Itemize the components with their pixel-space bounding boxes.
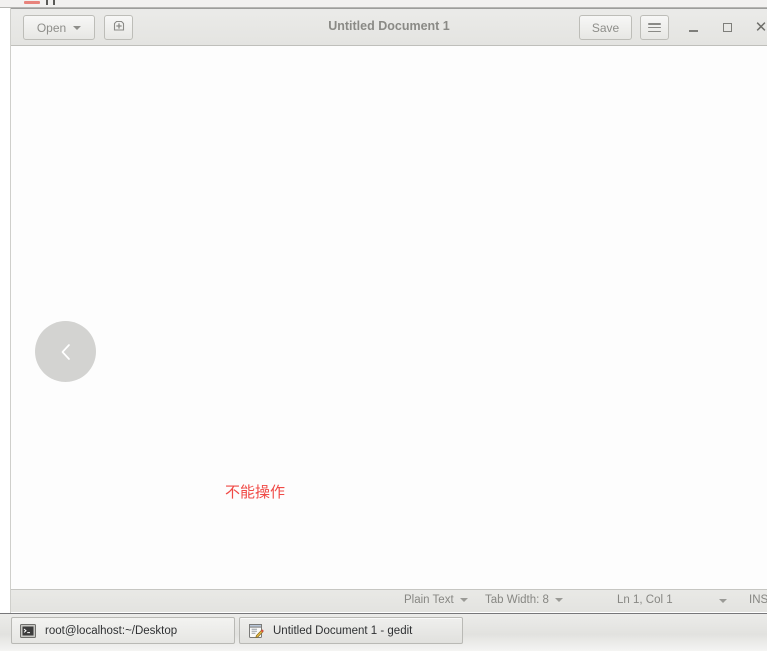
cursor-position-label: Ln 1, Col 1 (617, 594, 673, 606)
taskbar-item-terminal[interactable]: root@localhost:~/Desktop (11, 617, 235, 644)
desktop-background: Open Untitled Document 1 Save ✕ 不能操作 Pla… (0, 0, 767, 651)
language-selector[interactable]: Plain Text (404, 594, 468, 606)
new-document-button[interactable] (104, 15, 133, 40)
taskbar: root@localhost:~/Desktop Untitled Docume… (0, 613, 767, 651)
tab-width-selector[interactable]: Tab Width: 8 (485, 594, 563, 606)
terminal-icon (19, 622, 37, 640)
background-window-red-marker (24, 1, 40, 4)
taskbar-item-label: Untitled Document 1 - gedit (273, 624, 413, 637)
insert-mode-label: INS (749, 594, 767, 606)
gedit-icon (247, 622, 265, 640)
open-button-label: Open (36, 20, 67, 35)
overlay-back-button[interactable] (35, 321, 96, 382)
document-text-area[interactable]: 不能操作 (11, 46, 767, 589)
tab-width-label: Tab Width: 8 (485, 594, 549, 606)
chevron-down-icon (459, 598, 468, 602)
maximize-icon (722, 23, 732, 32)
background-window-strip (0, 0, 767, 8)
taskbar-item-label: root@localhost:~/Desktop (45, 624, 178, 637)
hamburger-menu-button[interactable] (640, 15, 669, 40)
open-button[interactable]: Open (23, 15, 95, 40)
save-button[interactable]: Save (579, 15, 632, 40)
header-top-edge (11, 8, 767, 9)
background-window-mark (46, 0, 48, 5)
minimize-icon (688, 30, 698, 32)
language-label: Plain Text (404, 594, 454, 606)
background-window-mark (53, 0, 55, 5)
annotation-text: 不能操作 (225, 483, 286, 501)
chevron-down-icon (719, 599, 727, 603)
gedit-window: Open Untitled Document 1 Save ✕ 不能操作 Pla… (11, 8, 767, 613)
chevron-left-icon (53, 339, 79, 365)
window-header-bar: Open Untitled Document 1 Save ✕ (11, 8, 767, 46)
maximize-button[interactable] (714, 15, 740, 40)
taskbar-item-gedit[interactable]: Untitled Document 1 - gedit (239, 617, 463, 644)
chevron-down-icon (73, 25, 82, 30)
close-button[interactable]: ✕ (748, 15, 767, 40)
hamburger-menu-icon (648, 23, 661, 32)
save-button-label: Save (591, 20, 620, 35)
new-document-icon (111, 18, 127, 37)
minimize-button[interactable] (680, 15, 706, 40)
close-icon: ✕ (754, 18, 767, 36)
status-bar: Plain Text Tab Width: 8 Ln 1, Col 1 INS (11, 589, 767, 612)
chevron-down-icon (554, 598, 563, 602)
status-dropdown-button[interactable] (713, 599, 727, 603)
